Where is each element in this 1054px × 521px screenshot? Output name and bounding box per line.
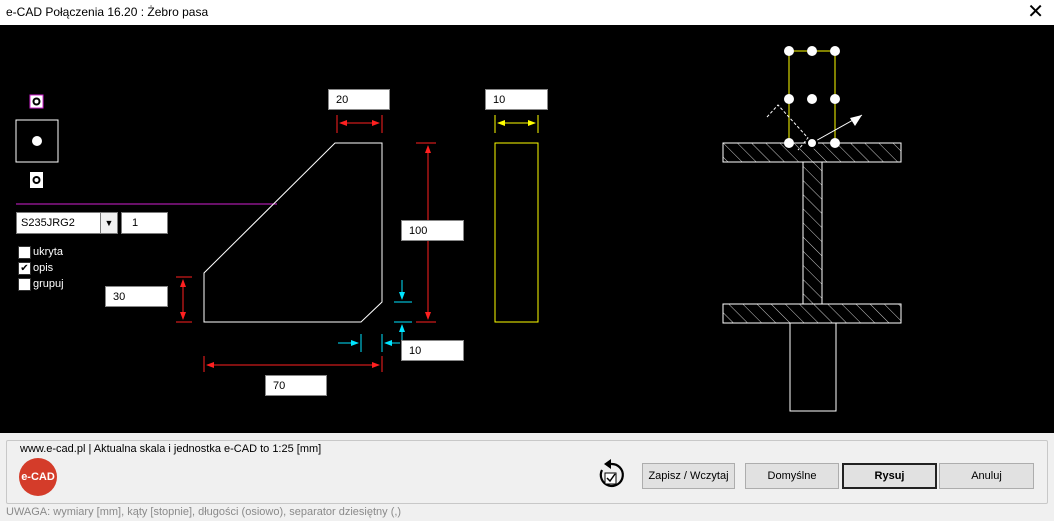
checkbox-label: grupuj (33, 278, 64, 290)
close-icon[interactable]: ✕ (1027, 1, 1044, 23)
thickness-input[interactable]: 10 (485, 89, 548, 110)
rib-outline (203, 142, 383, 323)
thickness-dimension (494, 115, 539, 133)
title-bar: e-CAD Połączenia 16.20 : Żebro pasa ✕ (0, 0, 1054, 25)
view-top-button[interactable] (29, 94, 44, 109)
top-width-input[interactable]: 20 (328, 89, 390, 110)
ecad-logo: e-CAD (19, 458, 57, 496)
left-dimension (176, 276, 192, 323)
checkbox-box[interactable] (18, 278, 31, 291)
insertion-points (784, 46, 840, 149)
material-value: S235JRG2 (21, 217, 75, 229)
view-middle-button[interactable] (15, 119, 59, 163)
left-height-input[interactable]: 30 (105, 286, 168, 307)
view-bottom-button[interactable] (30, 172, 43, 188)
material-select[interactable]: S235JRG2 ▼ (16, 212, 118, 234)
bottom-width-input[interactable]: 70 (265, 375, 327, 396)
chevron-down-icon[interactable]: ▼ (100, 213, 117, 233)
check-icon[interactable]: ✔ (18, 262, 31, 275)
bottom-dimension (203, 356, 383, 372)
checkbox-label: opis (33, 262, 54, 274)
drawing-canvas: 20 10 100 30 10 70 S235JRG2 ▼ 1 ukryta ✔… (0, 25, 1054, 433)
refresh-icon[interactable] (594, 458, 628, 492)
footer-note: UWAGA: wymiary [mm], kąty [stopnie], dłu… (6, 506, 402, 518)
beam-section (722, 50, 902, 412)
height-input[interactable]: 100 (401, 220, 464, 241)
plate-side-view (494, 142, 539, 323)
checkbox-label: ukryta (33, 246, 63, 258)
defaults-button[interactable]: Domyślne (745, 463, 839, 489)
quantity-input[interactable]: 1 (121, 212, 168, 234)
top-width-dimension (336, 115, 383, 133)
checkbox-box[interactable] (18, 246, 31, 259)
info-text: www.e-cad.pl | Aktualna skala i jednostk… (16, 443, 326, 455)
window-title: e-CAD Połączenia 16.20 : Żebro pasa (6, 5, 209, 19)
draw-button[interactable]: Rysuj (842, 463, 937, 489)
cancel-button[interactable]: Anuluj (939, 463, 1034, 489)
save-load-button[interactable]: Zapisz / Wczytaj (642, 463, 735, 489)
chamfer-input[interactable]: 10 (401, 340, 464, 361)
